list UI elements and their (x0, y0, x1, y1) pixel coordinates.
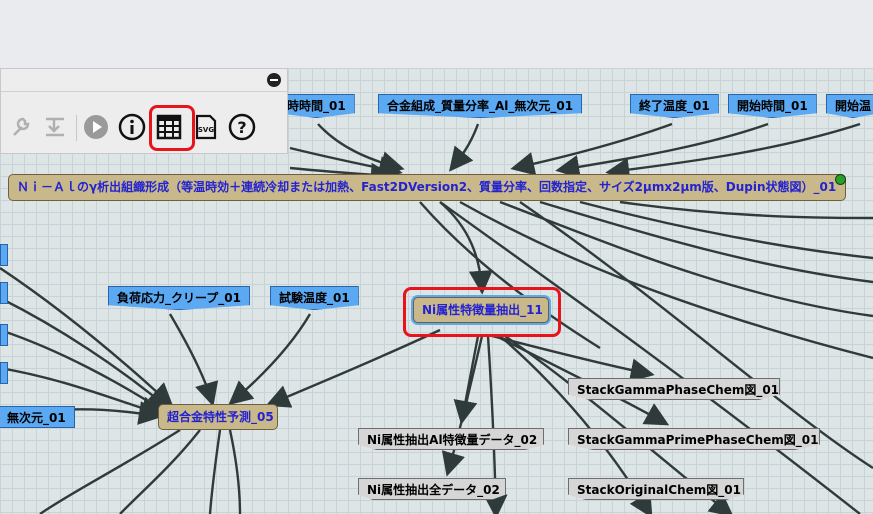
edge (619, 200, 873, 220)
edge (555, 122, 769, 179)
input-node-start-time[interactable]: 開始時間_01 (728, 94, 817, 118)
edge (439, 201, 493, 295)
input-node-test-temperature[interactable]: 試験温度_01 (270, 286, 359, 310)
tool-panel-header (1, 69, 287, 92)
svg-text:?: ? (237, 118, 246, 137)
svg-text:SVG: SVG (198, 126, 214, 134)
wrench-icon[interactable] (5, 113, 35, 143)
input-node-load-stress[interactable]: 負荷応力_クリープ_01 (108, 286, 250, 310)
output-node-gamma-phase[interactable]: StackGammaPhaseChem図_01 (568, 378, 780, 400)
minimize-icon[interactable] (267, 73, 281, 87)
edge (168, 313, 219, 407)
edge (265, 328, 441, 408)
edge (0, 328, 170, 415)
help-icon[interactable]: ? (227, 113, 257, 143)
input-node-partial[interactable] (0, 362, 8, 384)
input-node-partial[interactable] (0, 324, 8, 346)
play-icon[interactable] (81, 113, 111, 143)
input-node-partial[interactable] (0, 282, 8, 304)
info-icon[interactable] (117, 113, 147, 143)
output-node-all-data[interactable]: Ni属性抽出全データ_02 (358, 478, 506, 500)
input-node-start-temperature[interactable]: 開始温 (826, 94, 873, 118)
output-node-gamma-prime-phase[interactable]: StackGammaPrimePhaseChem図_01 (568, 428, 820, 450)
edge (228, 429, 242, 514)
output-node-al-feature-data[interactable]: Ni属性抽出Al特徴量データ_02 (358, 428, 544, 450)
input-node-dimensionless[interactable]: 無次元_01 (0, 406, 75, 428)
edge (605, 122, 861, 182)
top-bar (0, 0, 873, 50)
edge (228, 313, 312, 406)
edge (39, 428, 181, 514)
edge (510, 122, 673, 176)
input-node-end-temperature[interactable]: 終了温度_01 (630, 94, 719, 118)
ni-feature-extraction-node[interactable]: Ni属性特徴量抽出_11 (413, 297, 549, 323)
edge (449, 123, 480, 172)
svg-icon[interactable]: SVG (191, 113, 221, 143)
export-icon[interactable] (41, 113, 71, 143)
main-module-node[interactable]: Ｎｉ－Ａｌのγ析出組織形成（等温時効＋連続冷却または加熱、Fast2DVersi… (8, 174, 846, 201)
edge (491, 334, 655, 382)
edge (0, 296, 172, 412)
toolbar-divider (76, 115, 77, 141)
tool-panel: SVG ? (0, 68, 288, 154)
output-node-original-chem[interactable]: StackOriginalChem図_01 (568, 478, 744, 500)
table-icon[interactable] (154, 113, 184, 143)
edge (441, 335, 484, 477)
edge (317, 123, 405, 175)
input-node-time[interactable]: 時時間_01 (278, 94, 355, 118)
status-indicator-icon (835, 174, 846, 185)
edge (208, 429, 222, 514)
superalloy-prediction-node[interactable]: 超合金特性予測_05 (158, 404, 278, 430)
edge (539, 200, 873, 284)
input-node-alloy-composition[interactable]: 合金組成_質量分率_Al_無次元_01 (378, 94, 583, 118)
input-node-partial[interactable] (0, 244, 8, 266)
